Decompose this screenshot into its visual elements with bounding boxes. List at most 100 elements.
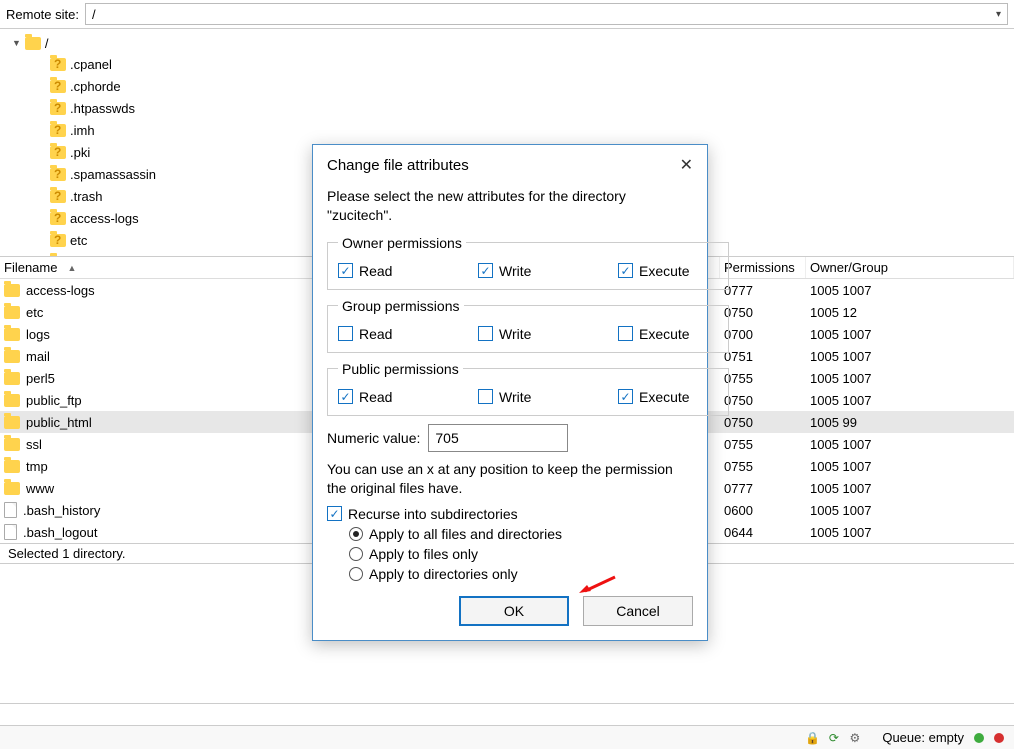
- folder-icon: [4, 460, 20, 473]
- status-led-red: [994, 733, 1004, 743]
- file-permissions: 0777: [720, 481, 806, 496]
- folder-icon: [4, 438, 20, 451]
- folder-icon: [4, 284, 20, 297]
- file-name: public_html: [26, 415, 92, 430]
- unknown-folder-icon: [50, 234, 66, 247]
- group-read-checkbox[interactable]: Read: [338, 326, 438, 342]
- group-permissions-group: Group permissions Read Write Execute: [327, 298, 729, 353]
- folder-icon: [4, 372, 20, 385]
- tree-item-label: .trash: [70, 189, 103, 204]
- file-permissions: 0600: [720, 503, 806, 518]
- tree-item-label: access-logs: [70, 211, 139, 226]
- chevron-down-icon: ▾: [996, 9, 1001, 20]
- unknown-folder-icon: [50, 168, 66, 181]
- owner-execute-checkbox[interactable]: Execute: [618, 263, 718, 279]
- file-name: .bash_logout: [23, 525, 97, 540]
- change-attributes-dialog: Change file attributes ✕ Please select t…: [312, 144, 708, 641]
- numeric-note: You can use an x at any position to keep…: [327, 460, 693, 498]
- file-owner: 1005 1007: [806, 525, 1014, 540]
- tree-item-label: .cphorde: [70, 79, 121, 94]
- file-owner: 1005 1007: [806, 503, 1014, 518]
- close-icon[interactable]: ✕: [680, 155, 693, 175]
- file-icon: [4, 524, 17, 540]
- column-permissions[interactable]: Permissions: [720, 257, 806, 278]
- remote-site-label: Remote site:: [6, 7, 79, 22]
- numeric-value-label: Numeric value:: [327, 430, 420, 446]
- sort-asc-icon: ▲: [67, 263, 76, 273]
- tree-root-row[interactable]: ▼ /: [12, 33, 1008, 53]
- cancel-button[interactable]: Cancel: [583, 596, 693, 626]
- file-permissions: 0644: [720, 525, 806, 540]
- public-permissions-group: Public permissions Read Write Execute: [327, 361, 729, 416]
- status-led-green: [974, 733, 984, 743]
- owner-write-checkbox[interactable]: Write: [478, 263, 578, 279]
- file-owner: 1005 1007: [806, 437, 1014, 452]
- file-owner: 1005 1007: [806, 327, 1014, 342]
- file-name: ssl: [26, 437, 42, 452]
- file-owner: 1005 1007: [806, 283, 1014, 298]
- file-owner: 1005 1007: [806, 371, 1014, 386]
- tree-item-label: .cpanel: [70, 57, 112, 72]
- folder-icon: [4, 350, 20, 363]
- recurse-apply-all-radio[interactable]: Apply to all files and directories: [349, 526, 693, 542]
- recurse-checkbox[interactable]: Recurse into subdirectories: [327, 506, 693, 522]
- file-name: perl5: [26, 371, 55, 386]
- remote-site-combobox[interactable]: / ▾: [85, 3, 1008, 25]
- file-owner: 1005 1007: [806, 349, 1014, 364]
- owner-read-checkbox[interactable]: Read: [338, 263, 438, 279]
- tree-item-label: .spamassassin: [70, 167, 156, 182]
- file-permissions: 0700: [720, 327, 806, 342]
- status-icons: 🔒 ⟳ ⚙: [805, 730, 862, 745]
- dialog-instruction: Please select the new attributes for the…: [327, 187, 693, 225]
- public-read-checkbox[interactable]: Read: [338, 389, 438, 405]
- tree-item-label: .htpasswds: [70, 101, 135, 116]
- file-permissions: 0750: [720, 305, 806, 320]
- file-name: etc: [26, 305, 43, 320]
- tree-expander-icon[interactable]: ▼: [12, 38, 21, 48]
- file-permissions: 0751: [720, 349, 806, 364]
- folder-icon: [4, 394, 20, 407]
- column-owner[interactable]: Owner/Group: [806, 257, 1014, 278]
- file-name: tmp: [26, 459, 48, 474]
- recurse-apply-files-radio[interactable]: Apply to files only: [349, 546, 693, 562]
- ok-button[interactable]: OK: [459, 596, 569, 626]
- file-owner: 1005 1007: [806, 481, 1014, 496]
- unknown-folder-icon: [50, 146, 66, 159]
- tree-item[interactable]: .cpanel: [50, 53, 1008, 75]
- gear-icon: ⚙: [847, 730, 862, 745]
- folder-icon: [4, 416, 20, 429]
- public-write-checkbox[interactable]: Write: [478, 389, 578, 405]
- file-permissions: 0750: [720, 393, 806, 408]
- file-owner: 1005 1007: [806, 459, 1014, 474]
- file-name: access-logs: [26, 283, 95, 298]
- dialog-title: Change file attributes: [327, 157, 469, 174]
- tree-item-label: .imh: [70, 123, 95, 138]
- tree-item[interactable]: .htpasswds: [50, 97, 1008, 119]
- tree-item[interactable]: .imh: [50, 119, 1008, 141]
- lock-icon: 🔒: [805, 730, 820, 745]
- recurse-apply-dirs-radio[interactable]: Apply to directories only: [349, 566, 693, 582]
- file-owner: 1005 12: [806, 305, 1014, 320]
- file-icon: [4, 502, 17, 518]
- folder-icon: [4, 306, 20, 319]
- owner-permissions-group: Owner permissions Read Write Execute: [327, 235, 729, 290]
- sync-icon: ⟳: [826, 730, 841, 745]
- public-execute-checkbox[interactable]: Execute: [618, 389, 718, 405]
- unknown-folder-icon: [50, 102, 66, 115]
- tree-item[interactable]: .cphorde: [50, 75, 1008, 97]
- file-permissions: 0755: [720, 437, 806, 452]
- tree-root-label: /: [45, 36, 49, 51]
- group-write-checkbox[interactable]: Write: [478, 326, 578, 342]
- file-permissions: 0755: [720, 459, 806, 474]
- file-name: logs: [26, 327, 50, 342]
- file-owner: 1005 1007: [806, 393, 1014, 408]
- remote-site-bar: Remote site: / ▾: [0, 0, 1014, 29]
- numeric-value-input[interactable]: [428, 424, 568, 452]
- unknown-folder-icon: [50, 212, 66, 225]
- group-execute-checkbox[interactable]: Execute: [618, 326, 718, 342]
- file-owner: 1005 99: [806, 415, 1014, 430]
- unknown-folder-icon: [50, 58, 66, 71]
- unknown-folder-icon: [50, 80, 66, 93]
- unknown-folder-icon: [50, 124, 66, 137]
- file-permissions: 0755: [720, 371, 806, 386]
